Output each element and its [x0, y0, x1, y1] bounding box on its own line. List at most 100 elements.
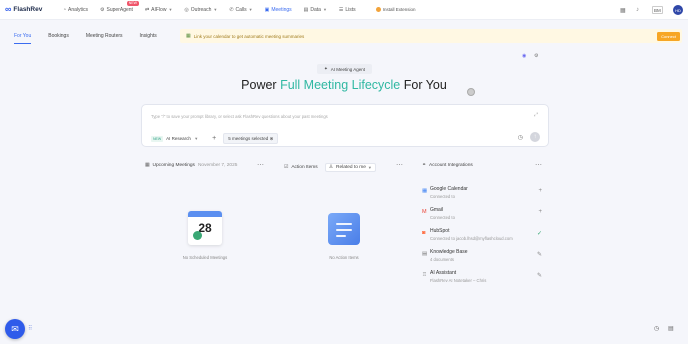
edit-button[interactable]: ✎	[537, 251, 542, 258]
filter-label: Related to me	[336, 165, 366, 170]
link-icon: ⚭	[422, 163, 427, 168]
tab-insights[interactable]: Insights	[140, 28, 157, 44]
ai-research-dropdown[interactable]: AI Research ▼	[166, 136, 198, 141]
panel-date: November 7, 2025	[197, 163, 238, 168]
nav-item-meetings[interactable]: ▣ Meetings	[265, 0, 292, 20]
meetings-selected-chip[interactable]: 5 meetings selected ⊗	[223, 133, 279, 144]
history-icon[interactable]: ◷	[518, 134, 523, 141]
title-accent: Full Meeting Lifecycle	[280, 78, 401, 92]
integration-hubspot[interactable]: ◙ HubSpot Connected to jacob.lhsd@myflas…	[421, 227, 546, 247]
calendar-icon: ▦	[186, 33, 191, 39]
add-context-button[interactable]: +	[212, 135, 216, 142]
extension-label: Install Extension	[382, 7, 416, 12]
integration-knowledge-base[interactable]: ▤ Knowledge Base 4 documents ✎	[421, 248, 546, 268]
nav-label: Meetings	[271, 6, 292, 13]
action-items-header: ☑ Action Items ♙ Related to me ▼	[284, 163, 376, 172]
install-extension-link[interactable]: Install Extension	[375, 7, 416, 12]
action-items-illustration	[328, 213, 362, 247]
robot-icon: ♖	[422, 272, 427, 278]
calendar-icon: ▦	[145, 163, 150, 168]
flow-icon: ⇄	[144, 6, 150, 13]
prompt-box[interactable]: Type "/" to save your prompt library, or…	[141, 104, 549, 147]
nav-item-aiflow[interactable]: ⇄ AIFlow ▼	[145, 0, 172, 20]
panel-title: Action Items	[291, 165, 318, 170]
avatar-initials: HD	[675, 7, 681, 13]
tab-bookings[interactable]: Bookings	[48, 28, 69, 44]
connect-button[interactable]: Connect	[657, 32, 680, 41]
related-filter-dropdown[interactable]: ♙ Related to me ▼	[324, 163, 376, 172]
drag-handle-icon[interactable]: ⠿	[28, 325, 32, 332]
notes-icon[interactable]: ▤	[668, 325, 674, 332]
nav-label: SuperAgent	[106, 6, 133, 13]
expand-icon[interactable]: ⤢	[534, 112, 538, 118]
chat-button[interactable]: ✉	[5, 319, 25, 339]
google-calendar-icon: ▦	[422, 188, 428, 194]
calendar-header	[188, 211, 222, 217]
integration-google-calendar[interactable]: ▦ Google Calendar Connected to +	[421, 185, 546, 205]
integration-ai-assistant[interactable]: ♖ AI Assistant FlashRev AI Notetaker – C…	[421, 269, 546, 289]
mode-label: AI Research	[166, 136, 191, 141]
integration-status: FlashRev AI Notetaker – Chris	[430, 278, 487, 283]
nav-item-lists[interactable]: ☰ Lists	[339, 0, 356, 20]
workspace-text: BM	[654, 7, 661, 13]
nav-label: Data	[310, 6, 321, 13]
integration-status: Connected to	[430, 194, 455, 199]
logo-text: FlashRev	[13, 6, 43, 13]
nav-label: Lists	[345, 6, 356, 13]
user-icon: ♙	[328, 165, 334, 170]
chevron-down-icon: ▼	[248, 7, 253, 12]
edit-button[interactable]: ✎	[537, 272, 542, 279]
meetings-icon: ▣	[264, 6, 270, 13]
help-icon[interactable]: ◷	[654, 325, 659, 332]
integration-status: 4 documents	[430, 257, 454, 262]
integration-status: Connected to	[430, 215, 455, 220]
settings-icon[interactable]: ⚙	[534, 53, 538, 59]
main-nav: ◔ Analytics ⚙ SuperAgent NEW ⇄ AIFlow ▼ …	[63, 0, 415, 20]
avatar[interactable]: HD	[673, 5, 683, 15]
upcoming-meetings-header: ▦ Upcoming Meetings November 7, 2025	[145, 163, 237, 168]
prompt-input[interactable]: Type "/" to save your prompt library, or…	[151, 114, 328, 119]
title-prefix: Power	[241, 78, 281, 92]
tab-meeting-routers[interactable]: Meeting Routers	[86, 28, 123, 44]
connected-check-icon: ✓	[536, 231, 542, 237]
analytics-icon: ◔	[63, 6, 67, 13]
chevron-down-icon: ▼	[367, 165, 372, 170]
chevron-down-icon: ▼	[168, 7, 173, 12]
arrow-up-icon: ↑	[533, 134, 537, 140]
chat-icon: ✉	[11, 323, 19, 334]
more-options-icon[interactable]: ⋯	[396, 161, 404, 169]
nav-item-calls[interactable]: ✆ Calls ▼	[229, 0, 252, 20]
gmail-icon: M	[422, 209, 427, 215]
bell-icon[interactable]: ♪	[636, 0, 639, 20]
top-navigation-bar: ∞ FlashRev ◔ Analytics ⚙ SuperAgent NEW …	[0, 0, 688, 20]
ai-meeting-agent-chip[interactable]: ✦ AI Meeting Agent	[317, 64, 372, 74]
calendar-illustration: 28	[188, 211, 228, 253]
nav-item-analytics[interactable]: ◔ Analytics	[63, 0, 88, 20]
chevron-down-icon: ▼	[322, 7, 327, 12]
page-title: Power Full Meeting Lifecycle For You	[0, 78, 688, 92]
logo-icon: ∞	[5, 4, 12, 14]
nav-item-data[interactable]: ▤ Data ▼	[304, 0, 327, 20]
more-options-icon[interactable]: ⋯	[535, 161, 543, 169]
nav-item-outreach[interactable]: ◎ Outreach ▼	[184, 0, 217, 20]
phone-icon: ✆	[229, 6, 234, 13]
calendar-banner: ▦ Link your calendar to get automatic me…	[180, 29, 682, 43]
gift-icon[interactable]: ▦	[620, 0, 626, 20]
add-integration-button[interactable]: +	[538, 209, 542, 215]
empty-state-text: No Scheduled Meetings	[182, 255, 228, 260]
flashrev-logo[interactable]: ∞ FlashRev	[5, 5, 55, 14]
add-integration-button[interactable]: +	[538, 188, 542, 194]
tab-for-you[interactable]: For You	[14, 28, 32, 44]
calendar-card: 28	[188, 211, 222, 245]
workspace-badge[interactable]: BM	[652, 6, 663, 14]
integration-gmail[interactable]: M Gmail Connected to +	[421, 206, 546, 226]
sparkle-icon: ✦	[323, 66, 328, 71]
integration-status: Connected to jacob.lhsd@myflashcloud.com	[430, 236, 513, 241]
close-icon[interactable]: ⊗	[270, 136, 274, 141]
assistant-icon[interactable]: ◉	[522, 53, 526, 59]
nav-item-superagent[interactable]: ⚙ SuperAgent NEW	[100, 0, 139, 20]
new-tag: NEW	[151, 135, 164, 142]
send-button[interactable]: ↑	[530, 132, 540, 142]
nav-label: Calls	[235, 6, 247, 13]
more-options-icon[interactable]: ⋯	[257, 161, 265, 169]
